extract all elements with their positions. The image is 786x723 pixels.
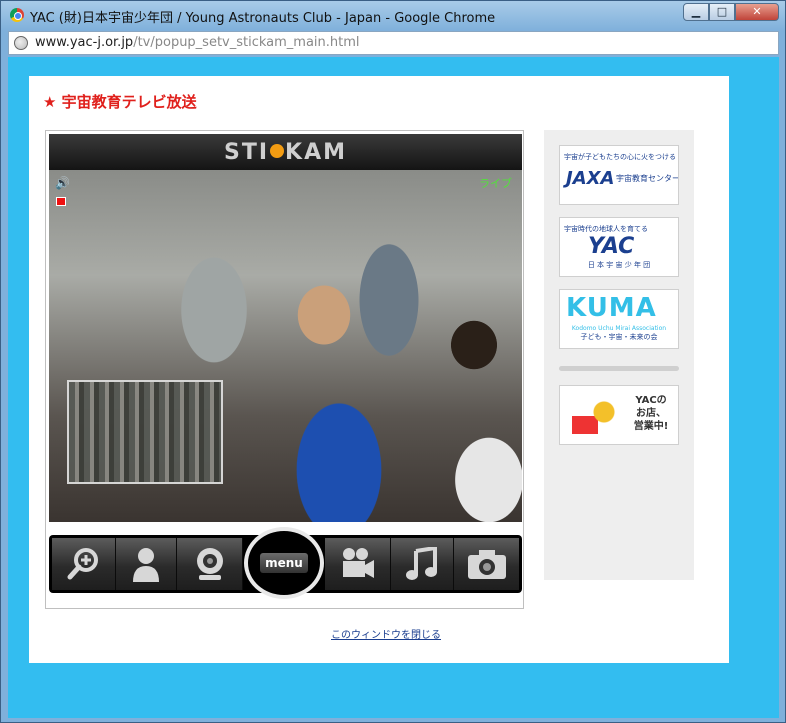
picture-in-picture[interactable] — [67, 380, 223, 484]
kuma-logo: KUMA — [566, 293, 657, 323]
kuma-banner[interactable]: KUMA Kodomo Uchu Mirai Association 子ども・宇… — [559, 289, 679, 349]
page-background: ★ 宇宙教育テレビ放送 STI KAM 🔊 ライブ menu 宇宙が子どもたちの… — [8, 57, 779, 718]
shop-line-2: お店、 — [636, 408, 666, 419]
live-video[interactable]: 🔊 ライブ — [49, 170, 522, 522]
speaker-icon[interactable]: 🔊 — [55, 176, 70, 190]
stickam-logo-left: STI — [223, 140, 270, 165]
chrome-logo-icon — [10, 8, 24, 22]
yac-tagline: 宇宙時代の地球人を育てる — [564, 225, 648, 233]
menu-button-label: menu — [260, 553, 308, 573]
shop-line-3: 営業中! — [633, 421, 669, 432]
zoom-in-icon — [67, 548, 98, 580]
player-frame: STI KAM 🔊 ライブ menu — [45, 130, 524, 609]
jaxa-banner[interactable]: 宇宙が子どもたちの心に火をつける JAXA 宇宙教育センター — [559, 145, 679, 205]
stickam-header: STI KAM — [49, 134, 522, 170]
sidebar: 宇宙が子どもたちの心に火をつける JAXA 宇宙教育センター 宇宙時代の地球人を… — [544, 130, 694, 580]
user-icon — [133, 548, 159, 582]
snapshot-button[interactable] — [454, 538, 519, 590]
yac-org-name: 日 本 宇 宙 少 年 団 — [587, 261, 651, 269]
sidebar-divider — [559, 366, 679, 371]
content-panel: ★ 宇宙教育テレビ放送 STI KAM 🔊 ライブ menu 宇宙が子どもたちの… — [29, 76, 729, 663]
close-window-link[interactable]: このウィンドウを閉じる — [331, 626, 441, 641]
window-title: YAC (財)日本宇宙少年団 / Young Astronauts Club -… — [30, 11, 496, 26]
globe-icon — [14, 36, 28, 50]
yac-shop-banner[interactable]: YACの お店、 営業中! — [559, 385, 679, 445]
title-bar: YAC (財)日本宇宙少年団 / Young Astronauts Club -… — [1, 1, 785, 29]
shop-text: YACの お店、 営業中! — [626, 394, 676, 433]
yac-logo: YAC — [588, 234, 635, 259]
video-button[interactable] — [325, 538, 391, 590]
jaxa-logo: JAXA — [566, 168, 615, 189]
maximize-button[interactable]: □ — [709, 3, 735, 21]
yac-banner[interactable]: 宇宙時代の地球人を育てる YAC 日 本 宇 宙 少 年 団 — [559, 217, 679, 277]
jaxa-tagline: 宇宙が子どもたちの心に火をつける — [564, 153, 676, 161]
url-text[interactable]: www.yac-j.or.jp/tv/popup_setv_stickam_ma… — [35, 35, 360, 50]
page-title: ★ 宇宙教育テレビ放送 — [43, 93, 197, 111]
menu-button[interactable]: menu — [244, 527, 324, 599]
url-path: /tv/popup_setv_stickam_main.html — [133, 35, 360, 50]
webcam-icon — [196, 548, 223, 580]
stickam-dot-icon — [270, 144, 285, 158]
music-button[interactable] — [391, 538, 454, 590]
gift-shop-icon — [568, 398, 616, 438]
user-button[interactable] — [116, 538, 177, 590]
url-host: www.yac-j.or.jp — [35, 35, 134, 50]
stickam-logo: STI KAM — [224, 140, 347, 165]
flag-icon[interactable] — [56, 197, 66, 206]
zoom-button[interactable] — [52, 538, 116, 590]
webcam-button[interactable] — [177, 538, 243, 590]
close-button[interactable]: ✕ — [735, 3, 779, 21]
browser-window: YAC (財)日本宇宙少年団 / Young Astronauts Club -… — [0, 0, 786, 723]
jaxa-center-name: 宇宙教育センター — [616, 174, 679, 183]
live-label: ライブ — [479, 177, 512, 190]
stickam-logo-right: KAM — [285, 140, 347, 165]
video-camera-icon — [342, 548, 374, 578]
address-bar[interactable]: www.yac-j.or.jp/tv/popup_setv_stickam_ma… — [8, 31, 779, 55]
kuma-english-name: Kodomo Uchu Mirai Association — [571, 325, 667, 332]
player-controls: menu — [49, 527, 522, 599]
minimize-button[interactable]: ▁ — [683, 3, 709, 21]
window-controls: ▁ □ ✕ — [683, 3, 779, 21]
camera-icon — [467, 550, 506, 579]
shop-line-1: YACの — [635, 395, 667, 406]
music-note-icon — [406, 545, 437, 580]
stickam-player[interactable]: STI KAM 🔊 ライブ — [49, 134, 522, 522]
kuma-japanese-name: 子ども・宇宙・未来の会 — [580, 333, 658, 341]
